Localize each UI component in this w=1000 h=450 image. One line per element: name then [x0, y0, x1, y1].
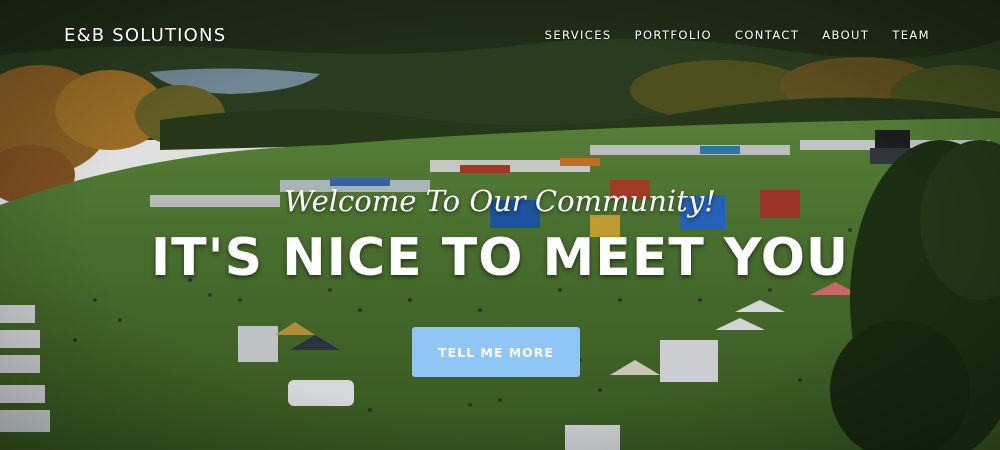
- nav-link-team[interactable]: TEAM: [892, 28, 930, 42]
- brand-logo[interactable]: E&B SOLUTIONS: [64, 25, 226, 46]
- tell-me-more-button[interactable]: TELL ME MORE: [412, 327, 580, 377]
- nav-link-contact[interactable]: CONTACT: [735, 28, 799, 42]
- nav-link-portfolio[interactable]: PORTFOLIO: [635, 28, 712, 42]
- hero-heading: IT'S NICE TO MEET YOU: [150, 228, 850, 288]
- top-navigation: E&B SOLUTIONS SERVICES PORTFOLIO CONTACT…: [0, 0, 1000, 70]
- nav-menu: SERVICES PORTFOLIO CONTACT ABOUT TEAM: [522, 28, 930, 42]
- nav-link-services[interactable]: SERVICES: [545, 28, 612, 42]
- hero-intro-text: Welcome To Our Community!: [284, 184, 716, 218]
- nav-link-about[interactable]: ABOUT: [822, 28, 869, 42]
